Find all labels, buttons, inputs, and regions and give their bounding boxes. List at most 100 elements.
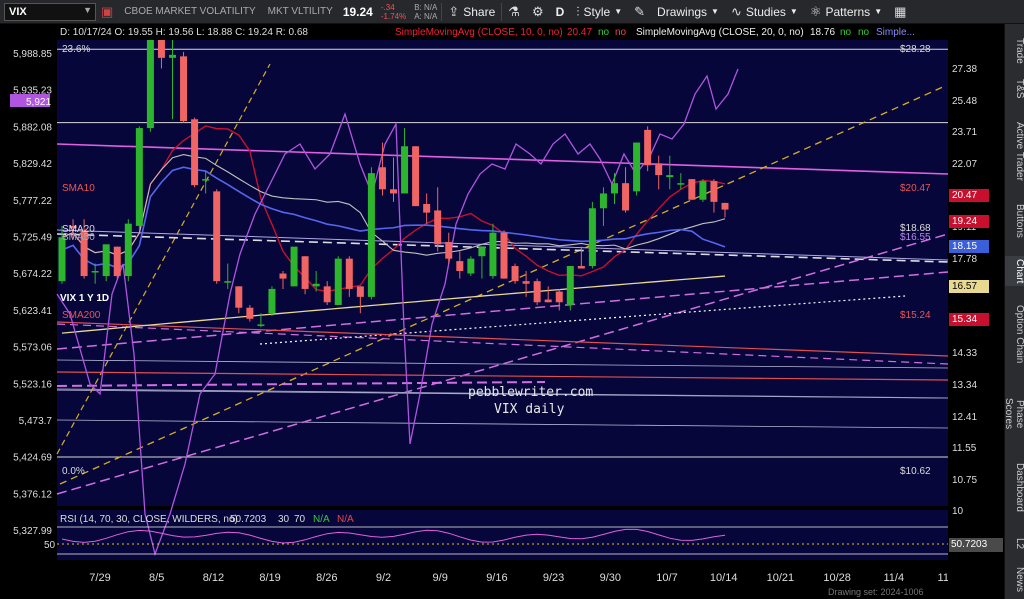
studies-icon: ∿ [730, 3, 742, 19]
watermark-line-1: pebblewriter.com [468, 385, 593, 400]
right-axis-label: 14.33 [952, 348, 978, 360]
pencil-button[interactable]: ✎ [628, 0, 651, 24]
left-axis-label: 5,882.08 [13, 122, 52, 133]
drawings-button[interactable]: Drawings ▼ [651, 0, 725, 24]
rsi-na-1: N/A [313, 514, 330, 525]
right-axis-label: 12.41 [952, 411, 978, 423]
pencil-icon: ✎ [634, 3, 646, 19]
left-axis-label: 5,988.85 [13, 49, 52, 60]
candle-body [588, 208, 596, 267]
side-tab-phase-scores[interactable]: Phase Scores [1003, 384, 1024, 444]
sma50-tag: SMA50 [62, 232, 95, 243]
right-axis-label: 13.34 [952, 380, 978, 391]
period-button[interactable]: D [550, 0, 571, 24]
settings-button[interactable]: ⚙ [526, 0, 550, 24]
candle-body [213, 191, 221, 282]
flask-button[interactable]: ⚗ [502, 0, 526, 24]
right-axis-label: 22.07 [952, 158, 978, 170]
rsi-na-2: N/A [337, 514, 354, 525]
side-tab-buttons[interactable]: Buttons [1005, 196, 1024, 246]
side-tab-trade[interactable]: Trade [1005, 36, 1024, 66]
share-icon: ⇪ [448, 3, 460, 19]
chart-title: VIX 1 Y 1D [60, 293, 109, 304]
side-tab-news[interactable]: News [1005, 564, 1024, 596]
time-axis-label: 9/23 [543, 572, 564, 584]
candle-body [522, 281, 530, 284]
grid-layout-button[interactable]: ▦ [888, 0, 912, 24]
candle-body [356, 286, 364, 297]
candle-body [533, 281, 541, 303]
side-tab-active-trader[interactable]: Active Trader [1005, 116, 1024, 186]
time-axis-label: 7/29 [89, 572, 110, 584]
right-price-axis[interactable]: 27.3825.4823.7122.0720.5419.1117.7816.55… [948, 24, 1004, 599]
candle-body [124, 223, 132, 277]
left-axis-label: 5,829.42 [13, 159, 52, 170]
left-axis-label: 5,473.7 [19, 416, 53, 427]
price-tag: 18.15 [949, 240, 989, 253]
left-axis-label: 5,725.49 [13, 233, 52, 244]
time-axis-label: 10/14 [710, 572, 738, 584]
right-axis-label: 10.75 [952, 474, 978, 486]
rsi-level-label: 50 [44, 540, 56, 551]
right-axis-label: 17.78 [952, 253, 978, 265]
flask-icon: ⚗ [508, 3, 520, 19]
rsi-ob: 30 [278, 514, 290, 525]
side-tab-chart[interactable]: Chart [1005, 256, 1024, 286]
more-studies-label[interactable]: Simple... [876, 27, 915, 38]
candle-body [721, 202, 729, 210]
right-axis-label: 11.55 [952, 443, 977, 455]
rsi-label[interactable]: RSI (14, 70, 30, CLOSE, WILDERS, no) [60, 514, 238, 525]
rsi-os: 70 [294, 514, 306, 525]
drawing-set-label: Drawing set: 2024-1006 [828, 587, 924, 597]
time-axis-label: 11/11 [938, 572, 948, 584]
share-button[interactable]: ⇪ Share [442, 0, 501, 24]
right-axis-label: 10 [952, 506, 964, 518]
right-axis-label: 27.38 [952, 64, 978, 75]
side-tab-t-s[interactable]: T&S [1005, 74, 1024, 104]
candle-body [334, 258, 342, 305]
patterns-button[interactable]: ⚛ Patterns ▼ [804, 0, 888, 24]
candle-body [268, 288, 276, 314]
candle-body [666, 175, 674, 178]
gear-icon: ⚙ [531, 3, 544, 19]
time-axis-label: 8/5 [149, 572, 164, 584]
studies-button[interactable]: ∿ Studies ▼ [725, 0, 804, 24]
fib-bottom-value: $10.62 [900, 466, 931, 477]
candle-body [246, 307, 254, 319]
sma10-study-label[interactable]: SimpleMovingAvg (CLOSE, 10, 0, no) [395, 27, 563, 38]
style-button[interactable]: ⫶ Style ▼ [570, 0, 628, 24]
chevron-down-icon: ▼ [874, 7, 883, 16]
symbol-description: CBOE MARKET VOLATILITY [124, 6, 256, 17]
side-tab-l2[interactable]: L2 [1005, 532, 1024, 556]
sma10-tag-value: $20.47 [900, 183, 931, 194]
candle-body [401, 146, 409, 194]
candle-body [456, 261, 464, 272]
candle-body [169, 54, 176, 58]
left-axis-label: 5,376.12 [13, 489, 52, 500]
candle-body [345, 258, 353, 289]
symbol-text: VIX [9, 5, 27, 18]
sma200-tag-value: $15.24 [900, 310, 931, 321]
left-axis-label: 5,523.16 [13, 379, 52, 390]
candle-body [699, 181, 707, 200]
candle-body [622, 183, 630, 211]
candle-body [577, 266, 585, 269]
candle-body [390, 189, 397, 194]
symbol-selector[interactable]: VIX ▼ [4, 2, 96, 21]
sma20-study-label[interactable]: SimpleMovingAvg (CLOSE, 20, 0, no) [636, 27, 804, 38]
time-axis-label: 8/19 [259, 572, 280, 584]
time-axis-label: 9/9 [433, 572, 448, 584]
side-tab-dashboard[interactable]: Dashboard [1005, 452, 1024, 522]
rsi-value-tag: 50.7203 [949, 538, 1003, 552]
candle-body [157, 40, 165, 58]
top-toolbar: VIX ▼ ▣ CBOE MARKET VOLATILITY MKT VLTILI… [0, 0, 1024, 24]
chart-area[interactable]: 5,988.855,935.235,882.085,829.425,777.22… [0, 24, 948, 599]
candle-body [224, 281, 232, 283]
sma10-no-flag-2: no [615, 27, 627, 38]
symbol-link-icon[interactable]: ▣ [96, 0, 118, 24]
price-tag: 15.34 [949, 313, 989, 326]
price-change: -.34 -1.74% [380, 2, 407, 21]
candle-body [235, 286, 243, 308]
side-tab-option-chain[interactable]: Option Chain [1005, 294, 1024, 374]
candle-body [633, 142, 641, 192]
